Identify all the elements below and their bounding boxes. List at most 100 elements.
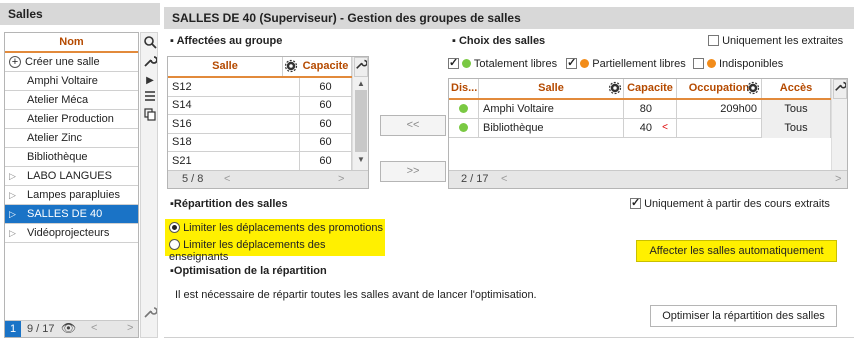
gear-icon[interactable]: [284, 59, 298, 76]
table-row[interactable]: Bibliothèque 40 < Tous: [449, 119, 831, 138]
choice-scrollbar[interactable]: [831, 79, 847, 170]
table-row[interactable]: S14 60: [168, 96, 352, 116]
option-teachers[interactable]: Limiter les déplacements des enseignants: [169, 239, 385, 263]
chevron-right-icon[interactable]: ▷: [9, 186, 16, 204]
affected-section-title: ▪ Affectées au groupe: [170, 35, 283, 47]
scroll-right-icon[interactable]: >: [835, 173, 841, 185]
list-item[interactable]: ▷ Lampes parapluies: [5, 186, 138, 205]
scroll-left-icon[interactable]: <: [501, 173, 507, 185]
copy-icon[interactable]: [142, 107, 158, 123]
scroll-thumb[interactable]: [355, 90, 367, 152]
scroll-left-icon[interactable]: <: [224, 173, 230, 185]
play-icon[interactable]: ▶: [142, 73, 158, 89]
cell-capacite: 60: [300, 114, 352, 134]
table-row[interactable]: S21 60: [168, 151, 352, 171]
settings-wrench-icon[interactable]: [142, 305, 158, 321]
header-acces[interactable]: Accès: [762, 79, 831, 98]
cell-salle: S18: [168, 133, 300, 153]
filter-partially-free-checkbox[interactable]: [566, 56, 578, 69]
header-capacite[interactable]: Capacite: [300, 57, 352, 76]
table-row[interactable]: S16 60: [168, 114, 352, 134]
scroll-left-icon[interactable]: <: [91, 322, 97, 334]
gear-icon[interactable]: [746, 81, 760, 98]
chevron-right-icon[interactable]: ▷: [9, 205, 16, 223]
affected-footer: 5 / 8 < >: [168, 170, 368, 188]
selected-count: 1: [5, 321, 21, 337]
move-left-button[interactable]: <<: [380, 115, 446, 136]
move-right-button[interactable]: >>: [380, 161, 446, 182]
eye-icon[interactable]: 👁: [61, 321, 76, 335]
capacite-value: 80: [639, 103, 652, 115]
cell-occupation: [677, 119, 762, 138]
search-icon[interactable]: [142, 35, 158, 51]
chevron-right-icon[interactable]: ▷: [9, 224, 16, 242]
cell-dis: [449, 119, 479, 138]
only-extracted-courses-label: Uniquement à partir des cours extraits: [644, 198, 830, 210]
filter-unavailable-label: Indisponibles: [719, 58, 784, 70]
left-footer: 1 9 / 17 👁 < >: [5, 320, 138, 337]
header-capacite[interactable]: Capacite: [624, 79, 677, 98]
create-room-row[interactable]: + Créer une salle: [5, 53, 138, 72]
list-item-label: Atelier Production: [27, 113, 114, 125]
choice-section-title: ▪ Choix des salles: [452, 35, 546, 47]
table-row[interactable]: S12 60: [168, 78, 352, 97]
cell-salle: S21: [168, 151, 300, 171]
list-item[interactable]: Atelier Zinc: [5, 129, 138, 148]
affected-count: 5 / 8: [182, 173, 204, 185]
table-row[interactable]: S18 60: [168, 133, 352, 153]
list-item[interactable]: Bibliothèque: [5, 148, 138, 167]
list-icon[interactable]: [142, 89, 158, 105]
wrench-icon[interactable]: [354, 57, 368, 77]
cell-capacite: 60: [300, 78, 352, 97]
header-salle[interactable]: Salle: [479, 79, 623, 98]
chevron-right-icon[interactable]: ▷: [9, 167, 16, 185]
scroll-down-icon[interactable]: ▼: [357, 155, 365, 164]
filter-totally-free-checkbox[interactable]: [448, 56, 459, 69]
scroll-right-icon[interactable]: >: [338, 173, 344, 185]
list-item[interactable]: Atelier Méca: [5, 91, 138, 110]
bottom-divider: [164, 337, 854, 338]
checkbox[interactable]: [630, 196, 641, 209]
wrench-icon[interactable]: [142, 54, 158, 70]
header-salle[interactable]: Salle: [168, 57, 283, 76]
list-item[interactable]: Atelier Production: [5, 110, 138, 129]
list-item[interactable]: Amphi Voltaire: [5, 72, 138, 91]
affected-table: Salle Capacite S12 60 S14 60 S16 60 S18 60 S21 60…: [167, 56, 369, 189]
choice-header: Dis... Salle Capacite Occupation Accès: [449, 79, 831, 100]
list-item-label: Bibliothèque: [27, 151, 88, 163]
orange-dot-icon: [706, 59, 716, 68]
list-item[interactable]: ▷ LABO LANGUES: [5, 167, 138, 186]
list-item-label: Amphi Voltaire: [27, 75, 98, 87]
wrench-icon[interactable]: [833, 79, 847, 99]
repartition-section-title: ▪Répartition des salles: [170, 198, 288, 210]
auto-assign-button[interactable]: Affecter les salles automatiquement: [636, 240, 837, 262]
table-row[interactable]: Amphi Voltaire 80 209h00 Tous: [449, 100, 831, 119]
radio-button[interactable]: [169, 239, 180, 250]
optimise-button[interactable]: Optimiser la répartition des salles: [650, 305, 837, 327]
cell-dis: [449, 100, 479, 119]
choice-footer: 2 / 17 < >: [449, 170, 847, 188]
rooms-list: Nom + Créer une salle Amphi Voltaire Atel…: [4, 32, 139, 338]
gear-icon[interactable]: [608, 81, 622, 98]
plus-icon: +: [9, 56, 21, 68]
affected-scrollbar[interactable]: ▲ ▼: [352, 57, 368, 170]
checkbox[interactable]: [708, 35, 719, 46]
radio-button[interactable]: [169, 222, 180, 233]
filter-totally-free-label: Totalement libres: [473, 58, 558, 70]
cell-capacite: 40 <: [624, 119, 677, 138]
cell-salle: S16: [168, 114, 300, 134]
scroll-right-icon[interactable]: >: [127, 322, 133, 334]
cell-salle: S12: [168, 78, 300, 97]
scroll-up-icon[interactable]: ▲: [357, 79, 365, 88]
column-header-nom[interactable]: Nom: [5, 33, 138, 53]
option-promotions[interactable]: Limiter les déplacements des promotions: [169, 222, 383, 234]
list-item-label: Atelier Méca: [27, 94, 89, 106]
only-extracted-courses-checkbox[interactable]: Uniquement à partir des cours extraits: [630, 196, 830, 210]
list-item[interactable]: ▷ Vidéoprojecteurs: [5, 224, 138, 243]
list-item[interactable]: ▷ SALLES DE 40: [5, 205, 138, 224]
filter-unavailable-checkbox[interactable]: [692, 58, 704, 69]
only-extracted-label: Uniquement les extraites: [722, 35, 844, 47]
capacity-warning-flag: <: [662, 122, 668, 133]
only-extracted-checkbox[interactable]: Uniquement les extraites: [708, 35, 843, 47]
header-dis[interactable]: Dis...: [449, 79, 479, 98]
